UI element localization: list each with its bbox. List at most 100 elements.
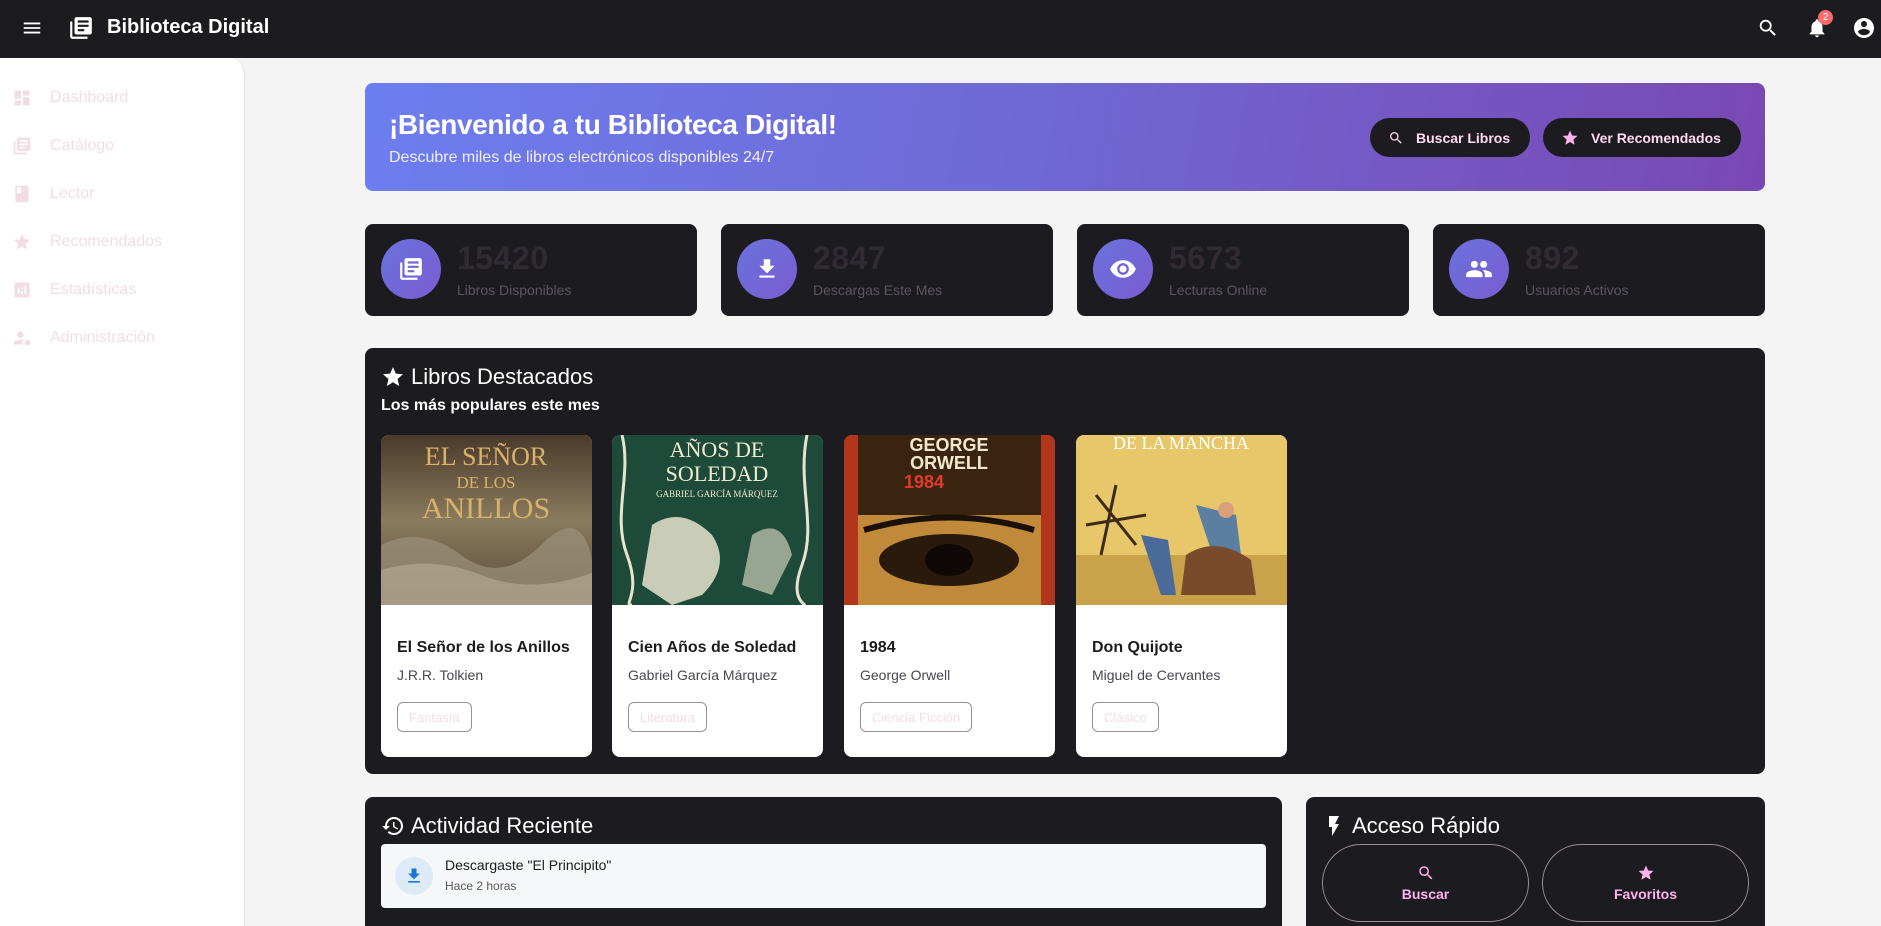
quick-access-title-text: Acceso Rápido xyxy=(1352,813,1500,838)
sidebar-item-label: Lector xyxy=(50,185,95,202)
search-icon xyxy=(1388,130,1404,146)
book-author: J.R.R. Tolkien xyxy=(397,667,484,683)
cover-title-line: AÑOS DE xyxy=(670,437,765,462)
group-icon xyxy=(1449,239,1509,299)
sidebar-item-label: Dashboard xyxy=(50,89,129,106)
welcome-subtitle: Descubre miles de libros electrónicos di… xyxy=(389,149,775,166)
admin-icon xyxy=(12,328,32,348)
book-title: El Señor de los Anillos xyxy=(397,639,570,656)
featured-title: Libros Destacados xyxy=(381,364,593,390)
book-cover-image: EL SEÑOR DE LOS ANILLOS xyxy=(381,435,592,605)
eye-icon xyxy=(1093,239,1153,299)
quick-access-section: Acceso Rápido Buscar Favoritos xyxy=(1306,797,1765,926)
book-cover-image: DE LA MANCHA xyxy=(1076,435,1287,605)
stat-label: Libros Disponibles xyxy=(457,282,572,298)
activity-title: Actividad Reciente xyxy=(381,813,593,839)
recent-activity-section: Actividad Reciente Descargaste "El Princ… xyxy=(365,797,1282,926)
book-author: Miguel de Cervantes xyxy=(1092,667,1221,683)
cover-title-line: ANILLOS xyxy=(422,492,550,525)
book-icon xyxy=(12,184,32,204)
sidebar-item-administration[interactable]: Administración xyxy=(0,318,245,358)
dashboard-icon xyxy=(12,88,32,108)
menu-icon xyxy=(23,22,41,34)
cover-title-line: DE LOS xyxy=(456,473,515,492)
quick-favorites-button[interactable]: Favoritos xyxy=(1542,844,1749,922)
quick-search-button[interactable]: Buscar xyxy=(1322,844,1529,922)
book-card[interactable]: GEORGE ORWELL 1984 1984 George Orwell Ci… xyxy=(844,435,1055,757)
quick-search-label: Buscar xyxy=(1401,886,1450,902)
download-icon xyxy=(395,857,433,895)
sidebar-item-statistics[interactable]: Estadísticas xyxy=(0,270,245,310)
sidebar-item-label: Catálogo xyxy=(50,137,115,154)
welcome-banner: ¡Bienvenido a tu Biblioteca Digital! Des… xyxy=(365,83,1765,191)
sidebar-item-recommended[interactable]: Recomendados xyxy=(0,222,245,262)
stat-value: 2847 xyxy=(813,240,887,276)
menu-button[interactable] xyxy=(18,14,46,42)
cover-title-line: GEORGE xyxy=(909,435,988,455)
quick-access-title: Acceso Rápido xyxy=(1322,813,1500,839)
book-author: George Orwell xyxy=(860,667,951,683)
sidebar-item-catalog[interactable]: Catálogo xyxy=(0,126,245,166)
stat-label: Usuarios Activos xyxy=(1525,282,1629,298)
cover-title-line: SOLEDAD xyxy=(666,461,769,486)
sidebar-item-reader[interactable]: Lector xyxy=(0,174,245,214)
sidebar-item-label: Administración xyxy=(50,329,155,346)
account-icon xyxy=(1854,18,1874,38)
book-cover-image: GEORGE ORWELL 1984 xyxy=(844,435,1055,605)
sidebar: Dashboard Catálogo Lector Recomendados E… xyxy=(0,58,245,926)
history-icon xyxy=(381,814,405,838)
star-icon xyxy=(1561,129,1579,147)
featured-books-section: Libros Destacados Los más populares este… xyxy=(365,348,1765,774)
star-icon xyxy=(12,232,32,252)
book-cover-image: AÑOS DE SOLEDAD GABRIEL GARCÍA MÁRQUEZ xyxy=(612,435,823,605)
book-card[interactable]: AÑOS DE SOLEDAD GABRIEL GARCÍA MÁRQUEZ C… xyxy=(612,435,823,757)
cover-title-line: EL SEÑOR xyxy=(425,442,548,471)
genre-chip[interactable]: Clásico xyxy=(1092,702,1159,732)
cover-title-line: DE LA MANCHA xyxy=(1113,435,1249,453)
download-icon xyxy=(737,239,797,299)
activity-time: Hace 2 horas xyxy=(445,879,517,893)
featured-title-text: Libros Destacados xyxy=(411,364,594,389)
stat-value: 892 xyxy=(1525,240,1580,276)
search-books-label: Buscar Libros xyxy=(1416,129,1511,146)
flash-icon xyxy=(1322,814,1346,838)
notifications-button[interactable]: 2 xyxy=(1802,10,1833,43)
book-title: Cien Años de Soledad xyxy=(628,639,797,656)
book-title: 1984 xyxy=(860,639,896,656)
catalog-icon xyxy=(12,136,32,156)
notification-badge: 2 xyxy=(1818,10,1833,25)
genre-chip[interactable]: Literatura xyxy=(628,702,707,732)
stat-label: Lecturas Online xyxy=(1169,282,1268,298)
stat-card-downloads: 2847 Descargas Este Mes xyxy=(721,224,1053,316)
cover-author-line: GABRIEL GARCÍA MÁRQUEZ xyxy=(656,489,778,499)
top-app-bar: Biblioteca Digital 2 xyxy=(0,0,1881,58)
search-button[interactable] xyxy=(1753,13,1783,43)
search-icon xyxy=(1759,19,1776,36)
view-recommended-button[interactable]: Ver Recomendados xyxy=(1543,118,1741,157)
activity-title-text: Actividad Reciente xyxy=(411,813,594,838)
stat-label: Descargas Este Mes xyxy=(813,282,943,298)
search-books-button[interactable]: Buscar Libros xyxy=(1370,118,1530,157)
library-icon xyxy=(381,239,441,299)
book-card[interactable]: DE LA MANCHA Don Quijote Miguel de Cerva… xyxy=(1076,435,1287,757)
stat-value: 15420 xyxy=(457,240,549,276)
activity-item[interactable]: Descargaste "El Principito" Hace 2 horas xyxy=(381,844,1266,908)
stat-card-active-users: 892 Usuarios Activos xyxy=(1433,224,1765,316)
account-button[interactable] xyxy=(1849,13,1879,43)
star-icon xyxy=(381,365,405,389)
analytics-icon xyxy=(12,280,32,300)
sidebar-item-dashboard[interactable]: Dashboard xyxy=(0,78,245,118)
genre-chip[interactable]: Ciencia Ficción xyxy=(860,702,973,732)
star-icon xyxy=(1638,865,1653,880)
stat-card-books: 15420 Libros Disponibles xyxy=(365,224,697,316)
app-title: Biblioteca Digital xyxy=(107,16,270,38)
quick-favorites-label: Favoritos xyxy=(1613,886,1677,902)
cover-number: 1984 xyxy=(904,472,944,492)
book-title: Don Quijote xyxy=(1092,639,1183,656)
genre-chip[interactable]: Fantasía xyxy=(397,702,472,732)
stat-card-online-reads: 5673 Lecturas Online xyxy=(1077,224,1409,316)
featured-subtitle: Los más populares este mes xyxy=(381,397,600,414)
book-author: Gabriel García Márquez xyxy=(628,667,778,683)
book-card[interactable]: EL SEÑOR DE LOS ANILLOS El Señor de los … xyxy=(381,435,592,757)
sidebar-item-label: Recomendados xyxy=(50,233,163,250)
